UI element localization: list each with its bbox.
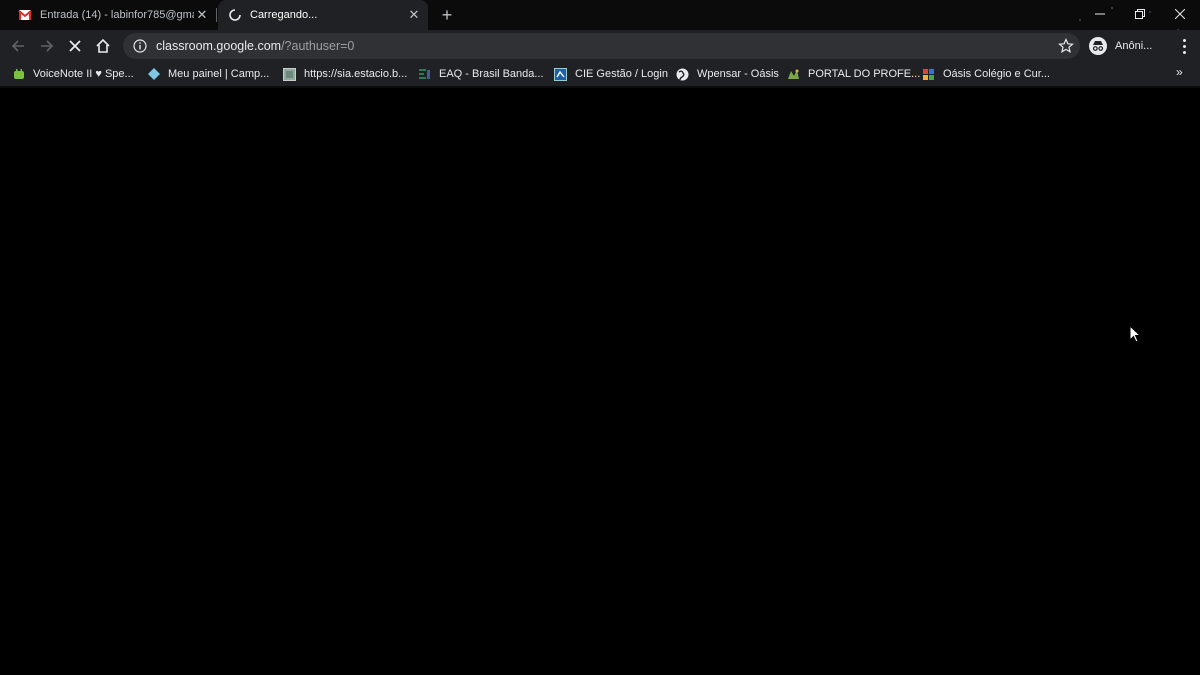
tab-title: Entrada (14) - labinfor785@gmai	[40, 9, 194, 21]
page-content-area[interactable]	[0, 88, 1200, 675]
minimize-button[interactable]	[1080, 0, 1120, 28]
close-icon[interactable]: ✕	[194, 7, 210, 23]
portal-icon	[787, 68, 800, 81]
bookmark-wpensar[interactable]: Wpensar - Oásis	[676, 65, 779, 83]
tab-divider	[216, 8, 217, 22]
new-tab-button[interactable]: +	[437, 5, 457, 25]
url-path: /?authuser=0	[281, 39, 355, 53]
minimize-icon	[1095, 13, 1105, 15]
cie-icon	[554, 67, 567, 81]
tab-strip: Entrada (14) - labinfor785@gmai ✕ Carreg…	[0, 0, 1200, 30]
globe-icon	[676, 68, 689, 81]
bookmark-oasis-colegio[interactable]: Oásis Colégio e Cur...	[922, 65, 1050, 83]
bookmark-cie-gestao[interactable]: CIE Gestão / Login	[554, 65, 668, 83]
close-icon	[1175, 9, 1185, 19]
home-button[interactable]	[91, 34, 115, 58]
bookmark-label: Wpensar - Oásis	[697, 68, 779, 80]
home-icon	[96, 38, 110, 53]
bookmark-label: CIE Gestão / Login	[575, 68, 668, 80]
address-bar[interactable]: classroom.google.com/?authuser=0	[123, 33, 1080, 59]
url-host: classroom.google.com	[156, 39, 282, 53]
tab-title: Carregando...	[250, 9, 318, 21]
tab-loading[interactable]: Carregando... ✕	[218, 0, 428, 30]
bookmark-label: Meu painel | Camp...	[168, 68, 270, 80]
close-window-button[interactable]	[1160, 0, 1200, 28]
tab-gmail[interactable]: Entrada (14) - labinfor785@gmai ✕	[8, 0, 216, 30]
bookmark-label: https://sia.estacio.b...	[304, 68, 408, 80]
bookmark-label: VoiceNote II ♥ Spe...	[33, 68, 134, 80]
image-icon	[283, 67, 296, 81]
bookmark-voicenote[interactable]: VoiceNote II ♥ Spe...	[12, 65, 134, 83]
bookmark-sia-estacio[interactable]: https://sia.estacio.b...	[283, 65, 407, 83]
browser-menu-button[interactable]	[1176, 34, 1192, 58]
browser-chrome: Entrada (14) - labinfor785@gmai ✕ Carreg…	[0, 0, 1200, 88]
stop-button[interactable]	[63, 34, 87, 58]
toolbar: classroom.google.com/?authuser=0 Anôni..…	[0, 30, 1200, 62]
profile-label: Anôni...	[1115, 40, 1153, 52]
info-icon[interactable]	[133, 39, 147, 53]
bookmark-label: PORTAL DO PROFE...	[808, 68, 921, 80]
voicenote-icon	[12, 68, 25, 81]
bookmark-portal-professor[interactable]: PORTAL DO PROFE...	[787, 65, 920, 83]
incognito-profile-button[interactable]: Anôni...	[1089, 34, 1169, 58]
diamond-icon	[147, 68, 160, 81]
back-button[interactable]	[6, 34, 30, 58]
bookmarks-bar: VoiceNote II ♥ Spe... Meu painel | Camp.…	[0, 62, 1200, 86]
restore-button[interactable]	[1120, 0, 1160, 28]
loading-spinner-icon	[229, 9, 241, 21]
mouse-cursor-icon	[1129, 325, 1141, 343]
forward-button[interactable]	[35, 34, 59, 58]
oasis-icon	[922, 68, 935, 81]
bookmarks-overflow-chevron-icon[interactable]: »	[1176, 65, 1183, 79]
forward-arrow-icon	[41, 40, 54, 52]
incognito-icon	[1089, 37, 1107, 55]
bookmark-eaq[interactable]: EAQ - Brasil Banda...	[418, 65, 544, 83]
bookmark-label: Oásis Colégio e Cur...	[943, 68, 1050, 80]
eaq-icon	[418, 68, 431, 81]
close-icon[interactable]: ✕	[406, 7, 422, 23]
restore-icon	[1135, 9, 1145, 19]
url-text: classroom.google.com/?authuser=0	[156, 39, 354, 53]
bookmark-label: EAQ - Brasil Banda...	[439, 68, 544, 80]
bookmark-star-icon[interactable]	[1058, 38, 1074, 54]
bookmark-meu-painel[interactable]: Meu painel | Camp...	[147, 65, 269, 83]
stop-x-icon	[69, 40, 81, 52]
gmail-icon	[18, 10, 32, 20]
back-arrow-icon	[11, 40, 24, 52]
